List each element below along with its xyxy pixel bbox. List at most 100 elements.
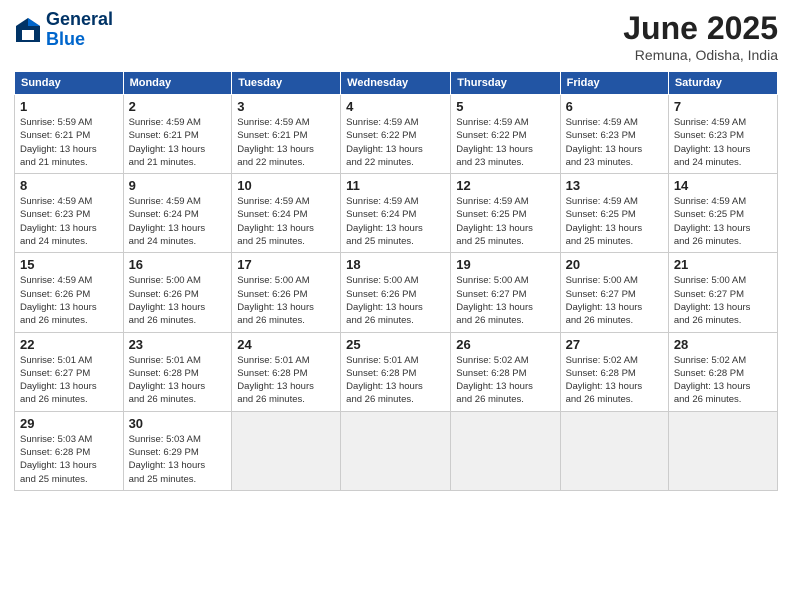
day-number: 11 [346,178,445,193]
day-info: Sunrise: 4:59 AMSunset: 6:22 PMDaylight:… [346,116,445,169]
day-cell-30: 30 Sunrise: 5:03 AMSunset: 6:29 PMDaylig… [123,411,232,490]
day-cell-8: 8 Sunrise: 4:59 AMSunset: 6:23 PMDayligh… [15,174,124,253]
calendar-table: Sunday Monday Tuesday Wednesday Thursday… [14,71,778,491]
day-number: 1 [20,99,118,114]
day-cell-28: 28 Sunrise: 5:02 AMSunset: 6:28 PMDaylig… [668,332,777,411]
empty-cell [232,411,341,490]
day-info: Sunrise: 4:59 AMSunset: 6:26 PMDaylight:… [20,274,118,327]
logo-text: General Blue [46,10,113,50]
day-number: 27 [566,337,663,352]
empty-cell [668,411,777,490]
day-cell-11: 11 Sunrise: 4:59 AMSunset: 6:24 PMDaylig… [341,174,451,253]
day-cell-24: 24 Sunrise: 5:01 AMSunset: 6:28 PMDaylig… [232,332,341,411]
week-row-5: 29 Sunrise: 5:03 AMSunset: 6:28 PMDaylig… [15,411,778,490]
day-cell-18: 18 Sunrise: 5:00 AMSunset: 6:26 PMDaylig… [341,253,451,332]
header-sunday: Sunday [15,72,124,95]
week-row-1: 1 Sunrise: 5:59 AMSunset: 6:21 PMDayligh… [15,95,778,174]
day-number: 23 [129,337,227,352]
day-info: Sunrise: 4:59 AMSunset: 6:25 PMDaylight:… [674,195,772,248]
day-cell-19: 19 Sunrise: 5:00 AMSunset: 6:27 PMDaylig… [451,253,560,332]
empty-cell [451,411,560,490]
page-container: General Blue June 2025 Remuna, Odisha, I… [0,0,792,501]
day-info: Sunrise: 5:01 AMSunset: 6:28 PMDaylight:… [237,354,335,407]
day-info: Sunrise: 4:59 AMSunset: 6:25 PMDaylight:… [456,195,554,248]
day-info: Sunrise: 5:02 AMSunset: 6:28 PMDaylight:… [674,354,772,407]
day-cell-14: 14 Sunrise: 4:59 AMSunset: 6:25 PMDaylig… [668,174,777,253]
day-cell-10: 10 Sunrise: 4:59 AMSunset: 6:24 PMDaylig… [232,174,341,253]
day-info: Sunrise: 5:03 AMSunset: 6:29 PMDaylight:… [129,433,227,486]
day-number: 17 [237,257,335,272]
header-wednesday: Wednesday [341,72,451,95]
logo-line2: Blue [46,30,113,50]
day-cell-26: 26 Sunrise: 5:02 AMSunset: 6:28 PMDaylig… [451,332,560,411]
day-info: Sunrise: 4:59 AMSunset: 6:21 PMDaylight:… [237,116,335,169]
header: General Blue June 2025 Remuna, Odisha, I… [14,10,778,63]
header-monday: Monday [123,72,232,95]
day-number: 24 [237,337,335,352]
title-block: June 2025 Remuna, Odisha, India [623,10,778,63]
day-info: Sunrise: 5:02 AMSunset: 6:28 PMDaylight:… [456,354,554,407]
day-info: Sunrise: 5:59 AMSunset: 6:21 PMDaylight:… [20,116,118,169]
day-number: 25 [346,337,445,352]
day-number: 10 [237,178,335,193]
location: Remuna, Odisha, India [623,47,778,63]
day-number: 20 [566,257,663,272]
logo-icon [14,16,42,44]
day-info: Sunrise: 4:59 AMSunset: 6:23 PMDaylight:… [20,195,118,248]
day-cell-3: 3 Sunrise: 4:59 AMSunset: 6:21 PMDayligh… [232,95,341,174]
day-number: 18 [346,257,445,272]
day-info: Sunrise: 5:01 AMSunset: 6:27 PMDaylight:… [20,354,118,407]
month-title: June 2025 [623,10,778,47]
day-info: Sunrise: 4:59 AMSunset: 6:24 PMDaylight:… [129,195,227,248]
day-cell-21: 21 Sunrise: 5:00 AMSunset: 6:27 PMDaylig… [668,253,777,332]
day-number: 19 [456,257,554,272]
day-info: Sunrise: 5:00 AMSunset: 6:26 PMDaylight:… [129,274,227,327]
day-number: 28 [674,337,772,352]
day-cell-6: 6 Sunrise: 4:59 AMSunset: 6:23 PMDayligh… [560,95,668,174]
day-number: 26 [456,337,554,352]
day-info: Sunrise: 4:59 AMSunset: 6:24 PMDaylight:… [346,195,445,248]
day-cell-5: 5 Sunrise: 4:59 AMSunset: 6:22 PMDayligh… [451,95,560,174]
day-cell-27: 27 Sunrise: 5:02 AMSunset: 6:28 PMDaylig… [560,332,668,411]
logo-line1: General [46,10,113,30]
header-friday: Friday [560,72,668,95]
empty-cell [560,411,668,490]
weekday-header-row: Sunday Monday Tuesday Wednesday Thursday… [15,72,778,95]
day-info: Sunrise: 5:01 AMSunset: 6:28 PMDaylight:… [346,354,445,407]
day-info: Sunrise: 4:59 AMSunset: 6:25 PMDaylight:… [566,195,663,248]
empty-cell [341,411,451,490]
day-cell-25: 25 Sunrise: 5:01 AMSunset: 6:28 PMDaylig… [341,332,451,411]
day-cell-15: 15 Sunrise: 4:59 AMSunset: 6:26 PMDaylig… [15,253,124,332]
day-cell-4: 4 Sunrise: 4:59 AMSunset: 6:22 PMDayligh… [341,95,451,174]
day-cell-22: 22 Sunrise: 5:01 AMSunset: 6:27 PMDaylig… [15,332,124,411]
header-tuesday: Tuesday [232,72,341,95]
day-info: Sunrise: 5:01 AMSunset: 6:28 PMDaylight:… [129,354,227,407]
day-number: 4 [346,99,445,114]
day-cell-13: 13 Sunrise: 4:59 AMSunset: 6:25 PMDaylig… [560,174,668,253]
day-info: Sunrise: 5:00 AMSunset: 6:26 PMDaylight:… [346,274,445,327]
logo: General Blue [14,10,113,50]
day-number: 14 [674,178,772,193]
day-cell-20: 20 Sunrise: 5:00 AMSunset: 6:27 PMDaylig… [560,253,668,332]
day-info: Sunrise: 4:59 AMSunset: 6:21 PMDaylight:… [129,116,227,169]
day-info: Sunrise: 4:59 AMSunset: 6:23 PMDaylight:… [566,116,663,169]
day-number: 3 [237,99,335,114]
day-info: Sunrise: 4:59 AMSunset: 6:22 PMDaylight:… [456,116,554,169]
day-info: Sunrise: 5:00 AMSunset: 6:27 PMDaylight:… [566,274,663,327]
header-thursday: Thursday [451,72,560,95]
day-info: Sunrise: 5:00 AMSunset: 6:26 PMDaylight:… [237,274,335,327]
day-number: 13 [566,178,663,193]
day-info: Sunrise: 4:59 AMSunset: 6:24 PMDaylight:… [237,195,335,248]
day-number: 9 [129,178,227,193]
day-cell-2: 2 Sunrise: 4:59 AMSunset: 6:21 PMDayligh… [123,95,232,174]
week-row-4: 22 Sunrise: 5:01 AMSunset: 6:27 PMDaylig… [15,332,778,411]
day-cell-29: 29 Sunrise: 5:03 AMSunset: 6:28 PMDaylig… [15,411,124,490]
day-info: Sunrise: 5:02 AMSunset: 6:28 PMDaylight:… [566,354,663,407]
week-row-2: 8 Sunrise: 4:59 AMSunset: 6:23 PMDayligh… [15,174,778,253]
day-number: 2 [129,99,227,114]
day-cell-1: 1 Sunrise: 5:59 AMSunset: 6:21 PMDayligh… [15,95,124,174]
day-number: 8 [20,178,118,193]
day-number: 5 [456,99,554,114]
day-cell-16: 16 Sunrise: 5:00 AMSunset: 6:26 PMDaylig… [123,253,232,332]
day-info: Sunrise: 5:00 AMSunset: 6:27 PMDaylight:… [674,274,772,327]
